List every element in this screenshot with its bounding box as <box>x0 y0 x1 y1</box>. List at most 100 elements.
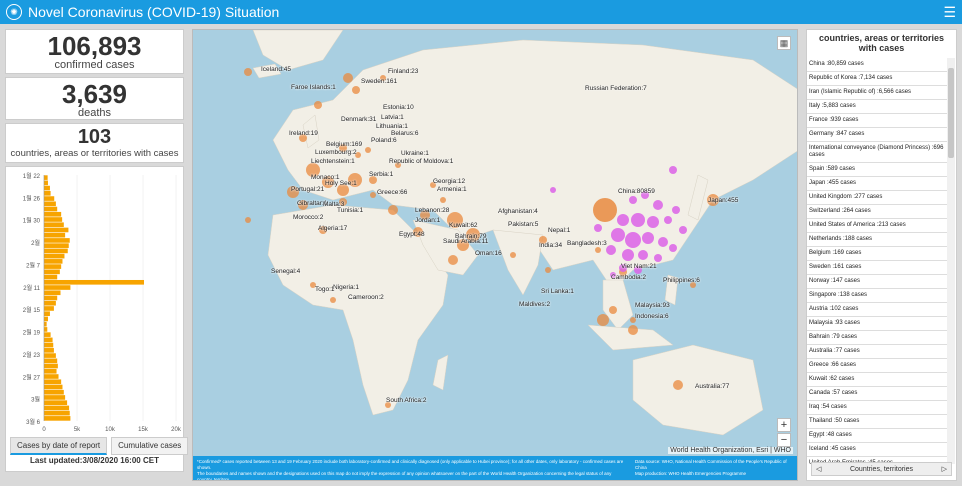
country-list-item[interactable]: United States of America :213 cases <box>807 219 948 233</box>
countries-panel: 103 countries, areas or territories with… <box>5 123 184 163</box>
map-country-label: Russian Federation:7 <box>585 85 647 92</box>
chart-bar[interactable] <box>44 180 48 186</box>
country-list-item[interactable]: Iraq :54 cases <box>807 401 948 415</box>
chart-bar[interactable] <box>44 300 56 306</box>
footer-note-2: The boundaries and names shown and the d… <box>197 471 612 481</box>
chart-bar[interactable] <box>44 206 58 212</box>
list-scrollbar[interactable] <box>947 58 955 464</box>
chart-bar[interactable] <box>44 185 50 191</box>
country-list-item[interactable]: Singapore :138 cases <box>807 289 948 303</box>
chart-bar[interactable] <box>44 348 54 353</box>
chart-bar[interactable] <box>44 290 61 296</box>
chart-bar[interactable] <box>44 201 56 207</box>
chart-bar[interactable] <box>44 222 64 228</box>
y-tick-label: 1월 22 <box>23 172 41 180</box>
country-list-item[interactable]: Iran (Islamic Republic of) :6,566 cases <box>807 86 948 100</box>
chart-bar[interactable] <box>44 238 70 243</box>
chart-bar[interactable] <box>44 259 63 264</box>
country-list-item[interactable]: France :939 cases <box>807 114 948 128</box>
chart-bar[interactable] <box>44 410 70 416</box>
country-list-item[interactable]: Republic of Korea :7,134 cases <box>807 72 948 86</box>
map-country-label: Afghanistan:4 <box>498 208 538 215</box>
chart-bar[interactable] <box>44 374 59 379</box>
tab-cases-by-date[interactable]: Cases by date of report <box>10 437 108 455</box>
map-country-label: Sri Lanka:1 <box>541 288 574 295</box>
map-country-label: Senegal:4 <box>271 268 301 275</box>
chart-bar[interactable] <box>44 211 62 217</box>
country-list-item[interactable]: Iceland :45 cases <box>807 443 948 457</box>
chart-bar[interactable] <box>44 342 54 348</box>
chart-bar[interactable] <box>44 264 62 269</box>
country-list-item[interactable]: Netherlands :188 cases <box>807 233 948 247</box>
world-map[interactable]: Iceland:45 Finland:23 Sweden:161 Faroe Isla… <box>192 29 798 481</box>
chart-bar[interactable] <box>44 384 63 390</box>
chart-bar[interactable] <box>44 191 51 196</box>
country-list-item[interactable]: Italy :5,883 cases <box>807 100 948 114</box>
country-list-item[interactable]: Austria :102 cases <box>807 303 948 317</box>
country-list-item[interactable]: International conveyance (Diamond Prince… <box>807 142 948 163</box>
layer-list-icon[interactable]: ▦ <box>777 36 791 50</box>
chart-bar[interactable] <box>44 306 54 311</box>
country-list-item[interactable]: Switzerland :264 cases <box>807 205 948 219</box>
chart-bar[interactable] <box>44 253 65 259</box>
hamburger-menu-icon[interactable]: ☰ <box>943 4 956 21</box>
country-list-item[interactable]: Japan :455 cases <box>807 177 948 191</box>
chart-bar[interactable] <box>44 295 58 301</box>
chart-bar[interactable] <box>44 353 56 358</box>
chart-bar[interactable] <box>44 363 58 369</box>
chart-bar[interactable] <box>44 227 69 233</box>
country-list-item[interactable]: Canada :57 cases <box>807 387 948 401</box>
chart-bar[interactable] <box>44 196 55 201</box>
zoom-in-button[interactable]: + <box>777 418 791 432</box>
country-list-item[interactable]: Egypt :48 cases <box>807 429 948 443</box>
map-country-label: Australia:77 <box>695 383 730 390</box>
confirmed-panel: 106,893 confirmed cases <box>5 29 184 74</box>
chart-bar[interactable] <box>44 327 48 332</box>
country-list-item[interactable]: Kuwait :62 cases <box>807 373 948 387</box>
chart-bar[interactable] <box>44 311 50 317</box>
chart-bar[interactable] <box>44 389 64 395</box>
country-list-item[interactable]: Spain :589 cases <box>807 163 948 177</box>
chart-bar[interactable] <box>44 316 48 322</box>
chart-bar[interactable] <box>44 379 62 385</box>
tab-cumulative[interactable]: Cumulative cases <box>111 437 189 455</box>
chart-bar[interactable] <box>44 217 63 222</box>
x-tick-label: 15k <box>138 427 149 433</box>
chart-bar[interactable] <box>44 274 58 280</box>
country-list-item[interactable]: Greece :66 cases <box>807 359 948 373</box>
country-list-item[interactable]: Bahrain :79 cases <box>807 331 948 345</box>
zoom-out-button[interactable]: − <box>777 433 791 447</box>
chart-bar[interactable] <box>44 175 48 180</box>
country-list-item[interactable]: Norway :147 cases <box>807 275 948 289</box>
chart-bar[interactable] <box>44 395 66 400</box>
chart-bar[interactable] <box>44 243 69 248</box>
chart-bar[interactable] <box>44 358 58 364</box>
map-footer: *Confirmed* cases reported between 13 an… <box>193 456 797 480</box>
country-list-item[interactable]: Thailand :50 cases <box>807 415 948 429</box>
chart-bar[interactable] <box>44 405 70 411</box>
chart-bar[interactable] <box>44 269 60 275</box>
chart-bar[interactable] <box>44 279 144 285</box>
map-country-label: Lebanon:28 <box>415 207 450 214</box>
chart-bar[interactable] <box>44 368 57 374</box>
map-country-label: Jordan:1 <box>415 217 441 224</box>
chart-bar[interactable] <box>44 285 71 290</box>
chart-bar[interactable] <box>44 416 71 421</box>
chart-bar[interactable] <box>44 321 47 327</box>
country-list-item[interactable]: Australia :77 cases <box>807 345 948 359</box>
chart-bar[interactable] <box>44 332 51 337</box>
scrollbar-thumb[interactable] <box>948 68 954 158</box>
next-arrow-icon[interactable]: ▷ <box>942 465 947 473</box>
chart-bar[interactable] <box>44 400 68 405</box>
chart-bar[interactable] <box>44 248 68 254</box>
country-list-item[interactable]: Germany :847 cases <box>807 128 948 142</box>
chart-bar[interactable] <box>44 232 66 238</box>
country-list-item[interactable]: United Kingdom :277 cases <box>807 191 948 205</box>
country-list-item[interactable]: Belgium :169 cases <box>807 247 948 261</box>
prev-arrow-icon[interactable]: ◁ <box>816 465 821 473</box>
country-list-item[interactable]: China :80,859 cases <box>807 58 948 72</box>
country-list-item[interactable]: Malaysia :93 cases <box>807 317 948 331</box>
chart-bar[interactable] <box>44 337 53 343</box>
map-country-label: Nigeria:1 <box>333 284 360 291</box>
country-list-item[interactable]: Sweden :161 cases <box>807 261 948 275</box>
